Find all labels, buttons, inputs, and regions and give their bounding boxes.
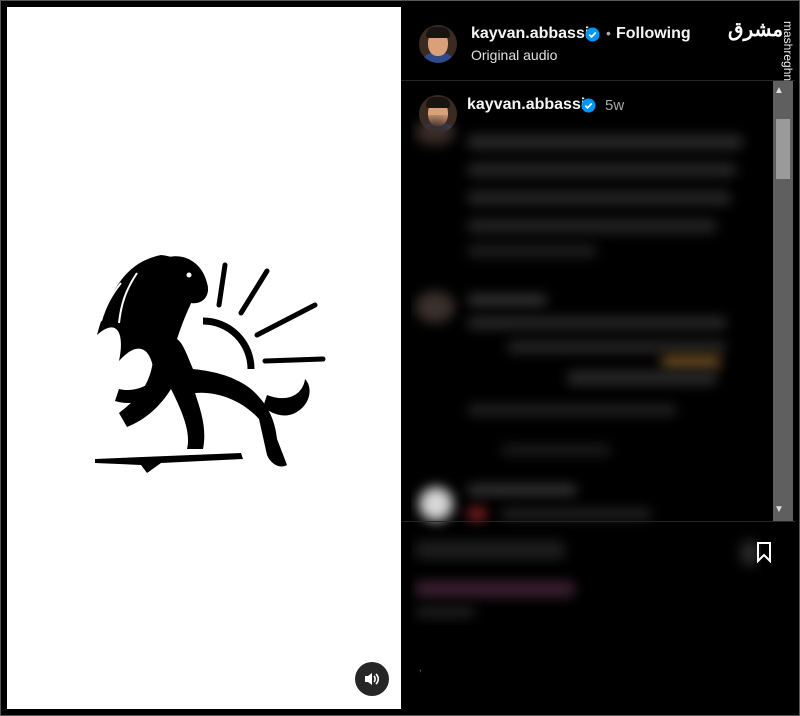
post-side-panel: kayvan.abbassi • Following Original audi… xyxy=(401,7,795,709)
speaker-icon xyxy=(365,673,380,685)
post-timestamp: 5w xyxy=(605,97,625,114)
caption-author-username[interactable]: kayvan.abbassi xyxy=(467,96,585,114)
separator-dot: • xyxy=(606,25,611,41)
scroll-down-arrow[interactable]: ▼ xyxy=(774,504,784,515)
verified-badge-icon xyxy=(581,98,596,113)
watermark-logo: مشرق xyxy=(728,17,784,41)
bookmark-icon[interactable] xyxy=(756,541,772,563)
author-username-link[interactable]: kayvan.abbassi xyxy=(471,25,589,43)
action-bar-divider xyxy=(401,521,795,522)
author-avatar[interactable] xyxy=(419,25,457,63)
scrollbar-thumb[interactable] xyxy=(776,119,790,179)
blurred-comments-region xyxy=(411,115,761,625)
lion-sun-emblem xyxy=(95,255,326,473)
mute-toggle-button[interactable] xyxy=(355,662,389,696)
scroll-up-arrow[interactable]: ▲ xyxy=(774,85,784,96)
post-media[interactable] xyxy=(7,7,401,709)
following-button[interactable]: Following xyxy=(616,25,691,43)
verified-badge-icon xyxy=(585,27,600,42)
add-comment-cursor[interactable]: , xyxy=(419,663,422,674)
window-frame: kayvan.abbassi • Following Original audi… xyxy=(0,0,800,716)
original-audio-link[interactable]: Original audio xyxy=(471,47,557,63)
